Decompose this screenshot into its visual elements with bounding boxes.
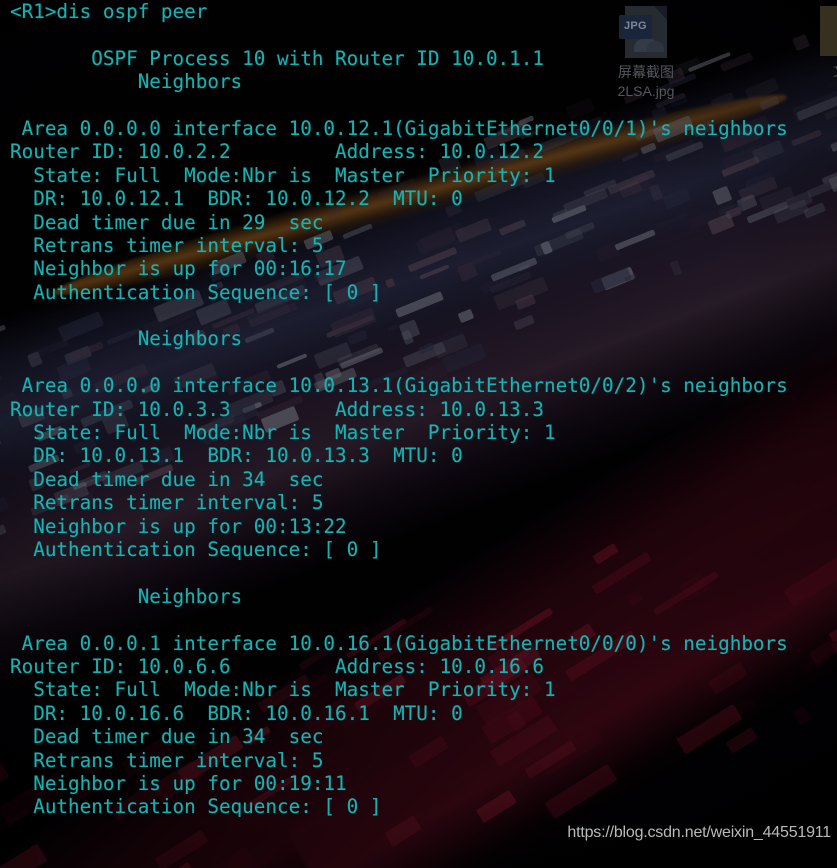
terminal-line-4	[10, 94, 837, 117]
desktop-screen: JPG 屏幕截图 2LSA.jpg 文 <R1>dis ospf peer OS…	[0, 0, 837, 868]
terminal-line-33: Neighbor is up for 00:19:11	[10, 771, 347, 795]
terminal-line-17: Router ID: 10.0.3.3 Address: 10.0.13.3	[10, 397, 544, 421]
terminal-line-12: Authentication Sequence: [ 0 ]	[10, 280, 382, 304]
terminal-line-1	[10, 23, 837, 46]
terminal-line-7: State: Full Mode:Nbr is Master Priority:…	[10, 163, 556, 187]
terminal-line-16: Area 0.0.0.0 interface 10.0.13.1(Gigabit…	[10, 374, 788, 398]
terminal-line-10: Retrans timer interval: 5	[10, 233, 324, 257]
terminal-line-13	[10, 304, 837, 327]
watermark-url: https://blog.csdn.net/weixin_44551911	[567, 824, 831, 841]
terminal-line-27: Area 0.0.0.1 interface 10.0.16.1(Gigabit…	[10, 631, 788, 655]
terminal-line-34: Authentication Sequence: [ 0 ]	[10, 795, 382, 819]
terminal-line-32: Retrans timer interval: 5	[10, 748, 324, 772]
terminal-line-22: Neighbor is up for 00:13:22	[10, 514, 347, 538]
terminal-line-8: DR: 10.0.12.1 BDR: 10.0.12.2 MTU: 0	[10, 187, 463, 211]
terminal-line-11: Neighbor is up for 00:16:17	[10, 257, 347, 281]
terminal-line-36	[10, 842, 837, 865]
terminal-line-25: Neighbors	[10, 584, 243, 608]
terminal-line-26	[10, 608, 837, 631]
terminal-line-31: Dead timer due in 34 sec	[10, 725, 324, 749]
terminal-line-24	[10, 561, 837, 584]
terminal-line-18: State: Full Mode:Nbr is Master Priority:…	[10, 421, 556, 445]
terminal-output[interactable]: <R1>dis ospf peer OSPF Process 10 with R…	[0, 0, 837, 868]
terminal-line-21: Retrans timer interval: 5	[10, 491, 324, 515]
terminal-line-30: DR: 10.0.16.6 BDR: 10.0.16.1 MTU: 0	[10, 701, 463, 725]
terminal-line-5: Area 0.0.0.0 interface 10.0.12.1(Gigabit…	[10, 116, 788, 140]
terminal-line-15	[10, 351, 837, 374]
terminal-line-0: <R1>dis ospf peer	[10, 0, 208, 23]
terminal-line-3: Neighbors	[10, 70, 243, 94]
terminal-line-19: DR: 10.0.13.1 BDR: 10.0.13.3 MTU: 0	[10, 444, 463, 468]
terminal-line-29: State: Full Mode:Nbr is Master Priority:…	[10, 678, 556, 702]
terminal-line-20: Dead timer due in 34 sec	[10, 467, 324, 491]
terminal-line-9: Dead timer due in 29 sec	[10, 210, 324, 234]
terminal-line-2: OSPF Process 10 with Router ID 10.0.1.1	[10, 46, 544, 70]
terminal-line-28: Router ID: 10.0.6.6 Address: 10.0.16.6	[10, 654, 544, 678]
terminal-line-6: Router ID: 10.0.2.2 Address: 10.0.12.2	[10, 140, 544, 164]
terminal-line-23: Authentication Sequence: [ 0 ]	[10, 537, 382, 561]
terminal-line-14: Neighbors	[10, 327, 243, 351]
